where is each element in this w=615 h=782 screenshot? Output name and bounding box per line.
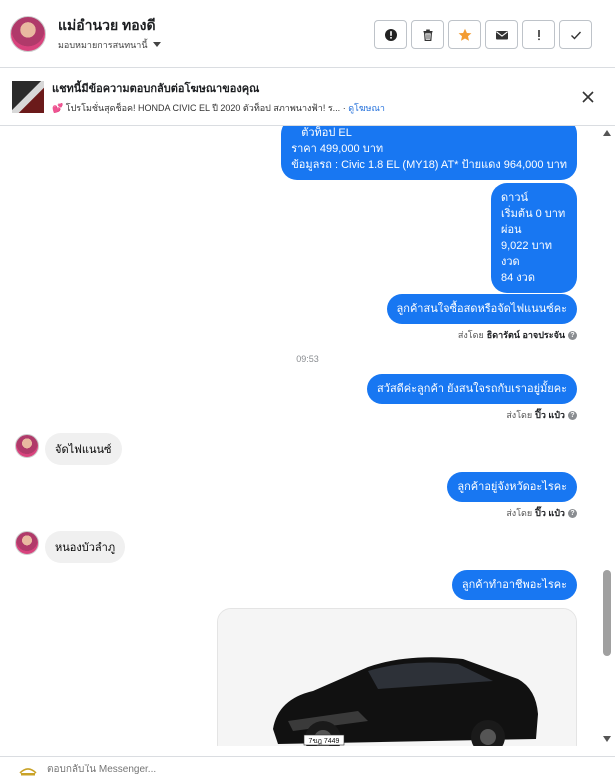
ad-thumbnail (12, 80, 44, 113)
check-icon (570, 31, 581, 40)
view-ad-link[interactable]: ดูโฆษณา (348, 103, 385, 113)
message-timestamp: 09:53 (296, 354, 319, 364)
caret-down-icon (152, 42, 161, 47)
ad-banner-description: 💕 โปรโมชั่นสุดช็อค! HONDA CIVIC EL ปี 20… (52, 101, 385, 115)
scroll-down-arrow[interactable] (603, 736, 611, 742)
help-icon[interactable]: ? (568, 330, 577, 340)
sent-by-label: ส่งโดย ปิ๊ว แป๋ว ? (506, 408, 577, 422)
ad-description-text: โปรโมชั่นสุดช็อค! HONDA CIVIC EL ปี 2020… (65, 102, 341, 113)
incoming-message: จัดไฟแนนซ์ (45, 433, 122, 465)
sender-name[interactable]: ปิ๊ว แป๋ว (535, 506, 565, 520)
scrollbar-thumb[interactable] (603, 570, 611, 656)
message-line: ผ่อน (501, 224, 522, 236)
contact-name[interactable]: แม่อำนวย ทองดี (58, 16, 161, 34)
reply-input[interactable] (47, 764, 547, 775)
car-image: 7ขฎ 7449 (218, 609, 576, 746)
message-line: ตัวท็อป EL (301, 127, 352, 139)
delete-button[interactable] (411, 20, 444, 49)
conversation-header: แม่อำนวย ทองดี มอบหมายการสนทนานี้ (0, 0, 615, 68)
car-photo[interactable]: 7ขฎ 7449 (217, 608, 577, 746)
sent-by-label: ส่งโดย ธิดารัตน์ อาจประจัน ? (458, 328, 577, 342)
message-line: ข้อมูลรถ : Civic 1.8 EL (MY18) AT* ป้ายแ… (291, 159, 567, 171)
outgoing-message: สวัสดีค่ะลูกค้า ยังสนใจรถกับเราอยู่มั้ยค… (367, 374, 577, 404)
outgoing-message: ตัวท็อป EL ราคา 499,000 บาท ข้อมูลรถ : C… (281, 126, 577, 180)
message-line: 9,022 บาท (501, 240, 552, 252)
sender-name[interactable]: ธิดารัตน์ อาจประจัน (487, 328, 565, 342)
message-line: ราคา 499,000 บาท (291, 143, 384, 155)
help-icon[interactable]: ? (568, 508, 577, 518)
sent-by-prefix: ส่งโดย (506, 508, 533, 518)
sent-by-label: ส่งโดย ปิ๊ว แป๋ว ? (506, 506, 577, 520)
outgoing-message: ดาวน์ เริ่มต้น 0 บาท ผ่อน 9,022 บาท งวด … (491, 183, 577, 293)
message-thread: ตัวท็อป EL ราคา 499,000 บาท ข้อมูลรถ : C… (0, 126, 615, 746)
outgoing-message: ลูกค้าอยู่จังหวัดอะไรคะ (447, 472, 577, 502)
message-line: ดาวน์ (501, 192, 529, 204)
ad-reply-banner: แชทนี้มีข้อความตอบกลับต่อโฆษณาของคุณ 💕 โ… (0, 68, 615, 126)
report-button[interactable] (374, 20, 407, 49)
sent-by-prefix: ส่งโดย (457, 330, 484, 340)
ad-separator: · (342, 102, 346, 113)
envelope-icon (495, 30, 508, 39)
outgoing-message: ลูกค้าสนใจซื้อสดหรือจัดไฟแนนซ์คะ (386, 294, 577, 324)
contact-avatar[interactable] (10, 15, 46, 52)
incoming-message: หนองบัวลำภู (45, 531, 126, 563)
reply-bar (0, 756, 615, 782)
page-logo-icon (18, 760, 38, 779)
ad-banner-title: แชทนี้มีข้อความตอบกลับต่อโฆษณาของคุณ (52, 82, 260, 95)
contact-avatar-small[interactable] (15, 531, 39, 555)
contact-avatar-small[interactable] (15, 434, 39, 458)
exclamation-icon (537, 29, 540, 40)
star-icon (458, 28, 471, 41)
mark-spam-button[interactable] (522, 20, 555, 49)
sent-by-prefix: ส่งโดย (506, 410, 533, 420)
assign-conversation-dropdown[interactable]: มอบหมายการสนทนานี้ (58, 38, 161, 52)
mark-done-button[interactable] (559, 20, 592, 49)
hearts-emoji: 💕 (52, 102, 64, 113)
message-line: เริ่มต้น 0 บาท (501, 208, 566, 220)
trash-icon (423, 29, 432, 41)
scroll-up-arrow[interactable] (603, 130, 611, 136)
sender-name[interactable]: ปิ๊ว แป๋ว (535, 408, 565, 422)
message-line: งวด (501, 256, 520, 268)
alert-circle-icon (384, 28, 397, 41)
license-plate: 7ขฎ 7449 (309, 738, 340, 745)
close-icon[interactable] (581, 90, 595, 104)
help-icon[interactable]: ? (568, 410, 577, 420)
outgoing-message: ลูกค้าทำอาชีพอะไรคะ (451, 570, 577, 600)
message-line: 84 งวด (501, 272, 535, 284)
star-button[interactable] (448, 20, 481, 49)
mark-unread-button[interactable] (485, 20, 518, 49)
assign-conversation-label: มอบหมายการสนทนานี้ (58, 39, 148, 50)
